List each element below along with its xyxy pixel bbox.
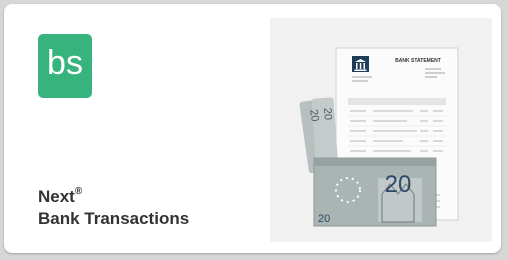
app-title: Next® Bank Transactions — [38, 181, 189, 230]
bank-statement-illustration: BANK STATEMENT 20 20 20 20 — [299, 47, 459, 227]
banknote: 20 20 — [313, 157, 437, 227]
app-card[interactable]: bs Next® Bank Transactions BANK STATEMEN… — [4, 4, 501, 253]
app-title-line1: Next — [38, 187, 75, 206]
app-logo-text: bs — [47, 44, 83, 82]
svg-text:20: 20 — [321, 107, 334, 120]
banknote-value-small: 20 — [318, 213, 330, 225]
svg-text:20: 20 — [307, 108, 321, 122]
app-title-line2: Bank Transactions — [38, 209, 190, 228]
banknote-value-large: 20 — [385, 171, 412, 198]
statement-heading: BANK STATEMENT — [395, 58, 441, 64]
registered-mark: ® — [74, 186, 83, 197]
app-logo-icon: bs — [38, 34, 92, 98]
app-illustration: BANK STATEMENT 20 20 20 20 — [270, 18, 492, 242]
